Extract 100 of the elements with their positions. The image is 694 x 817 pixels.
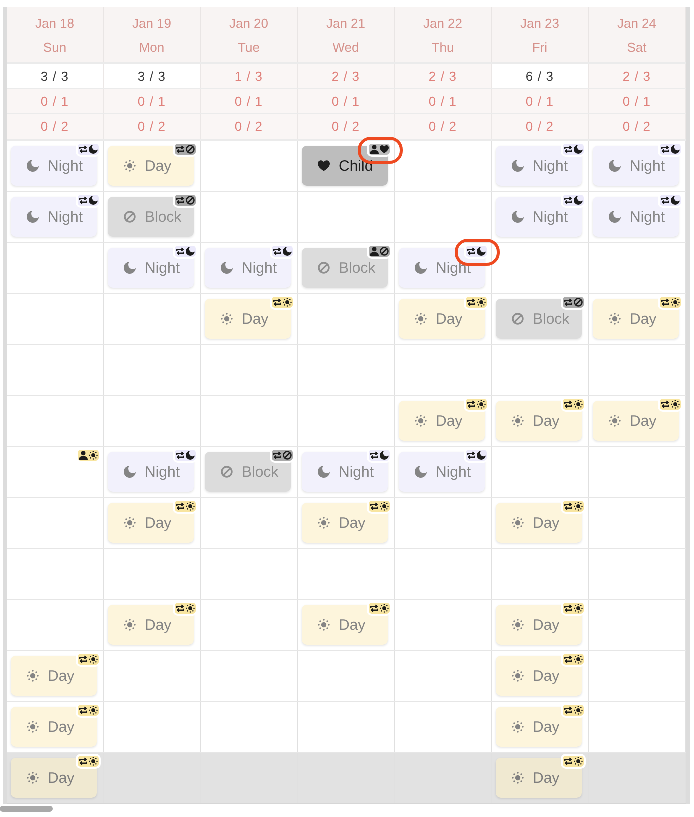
moon-icon — [124, 466, 136, 478]
repeat-icon — [176, 451, 185, 460]
weekday-label: Fri — [532, 40, 548, 54]
shift-card[interactable]: Day — [302, 503, 388, 543]
count-cell: 0 / 1 — [492, 89, 589, 113]
shift-card[interactable]: Day — [108, 503, 194, 543]
prohibited-icon — [124, 211, 136, 223]
repeat-icon — [79, 655, 88, 664]
shift-card[interactable]: Night — [593, 146, 679, 186]
shift-card[interactable]: Day — [11, 656, 97, 696]
date-label: Jan 21 — [326, 16, 366, 30]
count-cell: 2 / 3 — [298, 64, 395, 88]
sun-icon — [89, 706, 98, 715]
shift-card[interactable]: Day — [205, 299, 291, 339]
shift-card[interactable]: Day — [302, 605, 388, 645]
sun-icon — [186, 502, 195, 511]
sun-icon — [574, 757, 583, 766]
moon-icon — [124, 262, 136, 274]
shift-card[interactable]: Day — [496, 605, 582, 645]
count-cell: 0 / 1 — [589, 89, 686, 113]
sun-icon — [671, 298, 680, 307]
shift-card[interactable]: Night — [11, 146, 97, 186]
sun-icon — [89, 655, 98, 664]
shift-card[interactable]: Day — [399, 401, 485, 441]
sun-icon — [477, 400, 486, 409]
shift-card[interactable]: Night — [302, 452, 388, 492]
shift-card[interactable]: Day — [11, 707, 97, 747]
count-cell: 0 / 1 — [7, 89, 104, 113]
moon-icon — [512, 160, 524, 172]
shift-card[interactable]: Day — [496, 707, 582, 747]
date-label: Jan 19 — [132, 16, 172, 30]
shift-card[interactable]: Night — [11, 197, 97, 237]
shift-card[interactable]: Block — [302, 248, 388, 288]
sun-icon — [380, 502, 389, 511]
shift-card[interactable]: Day — [496, 503, 582, 543]
sun-icon — [415, 415, 427, 427]
heart-icon — [380, 145, 389, 154]
shift-card[interactable]: Day — [108, 146, 194, 186]
shift-card[interactable]: Child — [302, 146, 388, 186]
sun-icon — [27, 721, 39, 733]
repeat-icon — [176, 145, 185, 154]
weekday-label: Wed — [332, 40, 360, 54]
sun-icon — [609, 313, 621, 325]
person-icon — [370, 247, 379, 256]
shift-card[interactable]: Day — [496, 401, 582, 441]
moon-icon — [574, 196, 583, 205]
prohibited-icon — [380, 247, 389, 256]
prohibited-icon — [318, 262, 330, 274]
weekday-label: Sat — [627, 40, 647, 54]
sun-icon — [221, 313, 233, 325]
shift-card[interactable]: Night — [205, 248, 291, 288]
shift-card[interactable]: Block — [205, 452, 291, 492]
shift-card[interactable]: Day — [593, 401, 679, 441]
shift-card[interactable]: Day — [11, 758, 97, 798]
repeat-icon — [370, 604, 379, 613]
shift-card[interactable]: Night — [593, 197, 679, 237]
shift-card[interactable]: Night — [108, 248, 194, 288]
moon-icon — [671, 196, 680, 205]
sun-icon — [671, 400, 680, 409]
count-cell: 0 / 1 — [104, 89, 201, 113]
repeat-icon — [370, 502, 379, 511]
repeat-icon — [467, 451, 476, 460]
repeat-icon — [273, 298, 282, 307]
shift-card[interactable]: Day — [496, 758, 582, 798]
sun-icon — [318, 619, 330, 631]
shift-card[interactable]: Night — [496, 146, 582, 186]
sun-icon — [283, 298, 292, 307]
repeat-icon — [273, 451, 282, 460]
sun-icon — [512, 772, 524, 784]
shift-card[interactable]: Block — [496, 299, 582, 339]
shift-card[interactable]: Day — [108, 605, 194, 645]
moon-icon — [89, 145, 98, 154]
sun-icon — [27, 670, 39, 682]
repeat-icon — [467, 298, 476, 307]
sun-icon — [512, 670, 524, 682]
repeat-icon — [79, 196, 88, 205]
shift-card[interactable]: Day — [496, 656, 582, 696]
shift-card[interactable]: Day — [593, 299, 679, 339]
shift-card[interactable]: Night — [496, 197, 582, 237]
shift-card[interactable]: Night — [108, 452, 194, 492]
sun-icon — [89, 757, 98, 766]
shift-card[interactable]: Block — [108, 197, 194, 237]
sun-icon — [27, 772, 39, 784]
repeat-icon — [176, 196, 185, 205]
repeat-icon — [661, 400, 670, 409]
sun-icon — [574, 400, 583, 409]
sun-icon — [574, 706, 583, 715]
moon-icon — [574, 145, 583, 154]
repeat-icon — [564, 706, 573, 715]
shift-card[interactable]: Night — [399, 452, 485, 492]
shift-card[interactable]: Day — [399, 299, 485, 339]
sun-icon — [512, 517, 524, 529]
moon-icon — [380, 451, 389, 460]
prohibited-icon — [186, 145, 195, 154]
moon-icon — [186, 451, 195, 460]
scrollbar-thumb[interactable] — [0, 806, 53, 812]
sun-icon — [574, 604, 583, 613]
date-label: Jan 18 — [35, 16, 75, 30]
weekday-label: Mon — [139, 40, 165, 54]
prohibited-icon — [512, 313, 524, 325]
